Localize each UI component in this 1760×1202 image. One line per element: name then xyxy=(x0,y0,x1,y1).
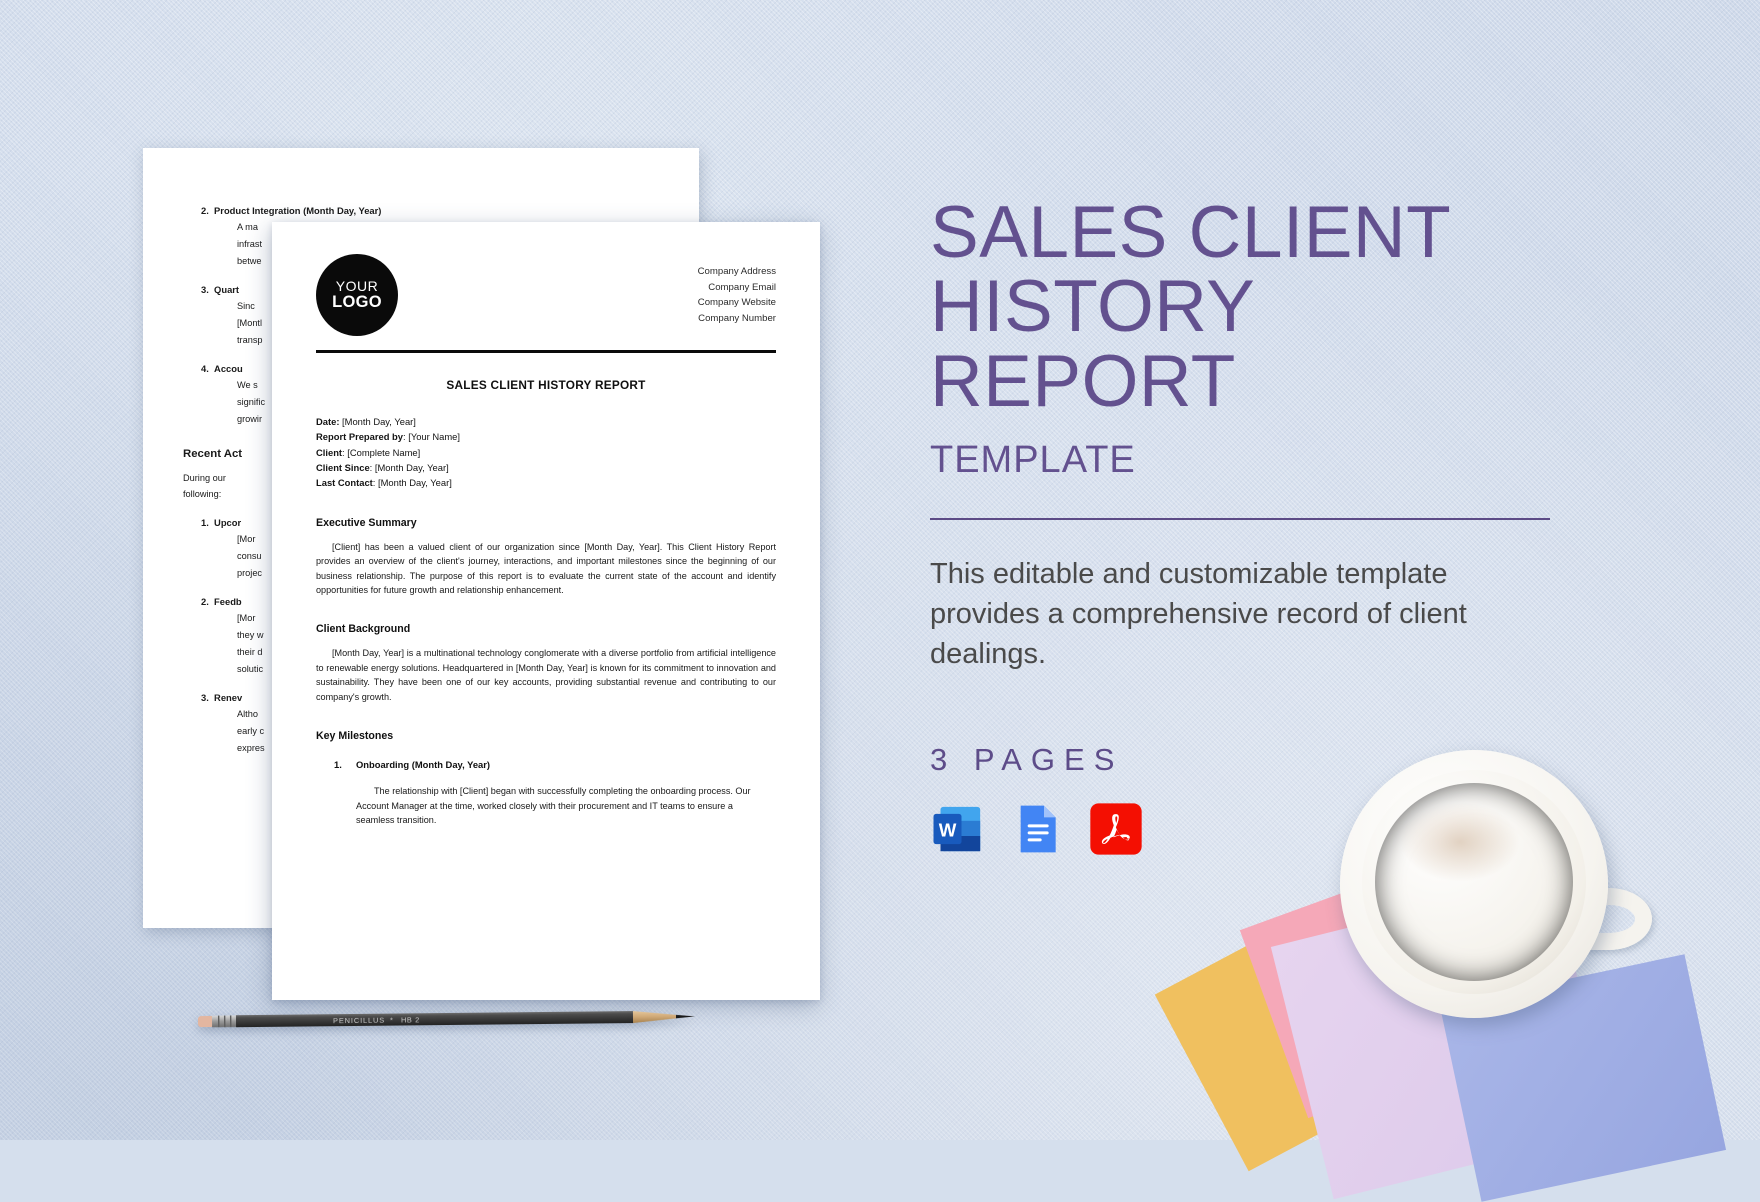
logo-line-2: LOGO xyxy=(332,292,382,311)
executive-summary-body: [Client] has been a valued client of our… xyxy=(316,541,776,595)
your-logo-placeholder: YOUR LOGO xyxy=(316,254,398,336)
pencil-graphite-tip xyxy=(675,1014,695,1019)
page-title-line-1: SALES CLIENT xyxy=(930,192,1452,273)
word-icon[interactable]: W xyxy=(930,801,986,857)
executive-summary-heading: Executive Summary xyxy=(316,516,417,529)
meta-client: Client: [Complete Name] xyxy=(316,445,776,460)
page-title: SALES CLIENT HISTORY REPORT xyxy=(930,192,1570,422)
back-item-number: 2. xyxy=(201,596,209,608)
pdf-icon[interactable] xyxy=(1088,801,1144,857)
back-item-number: 2. xyxy=(201,205,209,216)
document-header: YOUR LOGO Company Address Company Email … xyxy=(316,250,776,336)
coffee-and-paper-props xyxy=(1154,740,1760,1202)
meta-client-since: Client Since: [Month Day, Year] xyxy=(316,460,776,475)
coffee-highlight xyxy=(1400,802,1520,882)
back-item-title: Upcor xyxy=(214,517,242,529)
pencil-separator: * xyxy=(390,1016,393,1025)
document-title: SALES CLIENT HISTORY REPORT xyxy=(446,378,646,392)
front-page-content: YOUR LOGO Company Address Company Email … xyxy=(272,222,820,1000)
milestone-body: The relationship with [Client] began wit… xyxy=(356,786,751,826)
front-page-document[interactable]: YOUR LOGO Company Address Company Email … xyxy=(272,222,820,1000)
company-contact-block: Company Address Company Email Company We… xyxy=(698,254,776,326)
back-list-item: 2. Product Integration (Month Day, Year) xyxy=(183,203,659,218)
pencil-wood-tip xyxy=(632,1011,677,1024)
meta-client-value: : [Complete Name] xyxy=(342,446,421,458)
page-title-line-2: HISTORY xyxy=(930,266,1256,348)
back-item-title: Renev xyxy=(214,691,243,703)
back-item-title: Feedb xyxy=(214,596,242,608)
meta-prepared-by: Report Prepared by: [Your Name] xyxy=(316,429,776,444)
meta-last-contact: Last Contact: [Month Day, Year] xyxy=(316,475,776,490)
meta-prepared-by-value: : [Your Name] xyxy=(403,431,460,443)
page-subtitle: TEMPLATE xyxy=(930,439,1136,482)
back-item-title: Quart xyxy=(214,283,240,295)
meta-last-contact-label: Last Contact xyxy=(316,477,373,489)
client-background-body: [Month Day, Year] is a multinational tec… xyxy=(316,648,776,702)
back-item-number: 3. xyxy=(201,283,209,295)
meta-last-contact-value: : [Month Day, Year] xyxy=(372,477,452,489)
back-item-title: Product Integration (Month Day, Year) xyxy=(214,205,382,216)
key-milestones-heading: Key Milestones xyxy=(316,730,394,743)
pencil-grade-text: HB 2 xyxy=(401,1015,420,1024)
meta-date-label: Date: xyxy=(316,416,340,427)
pencil-barrel xyxy=(235,1011,634,1028)
company-email: Company Email xyxy=(708,281,776,293)
panel-divider xyxy=(930,518,1550,521)
meta-client-label: Client xyxy=(316,446,343,458)
milestone-number: 1. xyxy=(334,759,342,771)
header-divider xyxy=(316,350,776,353)
back-item-number: 3. xyxy=(201,691,209,703)
pencil-brand-text: PENICILLUS xyxy=(333,1016,385,1026)
word-icon-letter: W xyxy=(939,820,957,841)
coffee-cup xyxy=(1340,750,1608,1018)
meta-client-since-value: : [Month Day, Year] xyxy=(369,461,449,473)
meta-date-value: [Month Day, Year] xyxy=(339,416,416,427)
meta-client-since-label: Client Since xyxy=(316,461,370,473)
company-website: Company Website xyxy=(697,297,776,309)
client-background-heading: Client Background xyxy=(316,623,411,636)
milestone-item: 1. Onboarding (Month Day, Year) xyxy=(316,759,776,770)
back-item-number: 4. xyxy=(201,362,209,374)
logo-line-1: YOUR xyxy=(335,278,379,294)
company-address: Company Address xyxy=(697,266,776,277)
back-item-title: Accou xyxy=(214,362,243,374)
google-docs-icon[interactable] xyxy=(1009,801,1065,857)
meta-date: Date: [Month Day, Year] xyxy=(316,414,776,429)
back-item-number: 1. xyxy=(201,517,209,529)
milestone-title: Onboarding (Month Day, Year) xyxy=(356,759,491,771)
page-title-line-3: REPORT xyxy=(930,340,1236,422)
pencil-eraser xyxy=(197,1015,215,1028)
company-number: Company Number xyxy=(698,312,776,324)
template-description: This editable and customizable template … xyxy=(930,558,1467,671)
meta-prepared-by-label: Report Prepared by xyxy=(316,431,404,443)
